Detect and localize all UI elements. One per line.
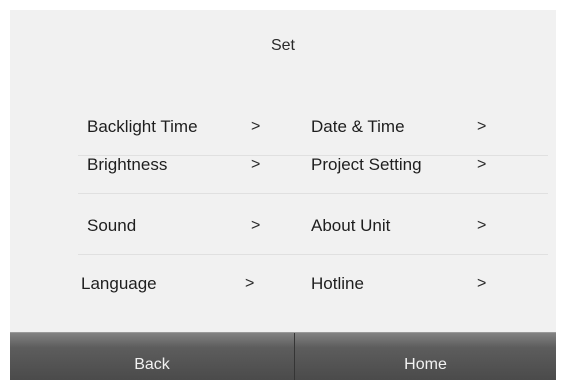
menu-item-about-unit[interactable]: About Unit > [311, 197, 548, 255]
chevron-right-icon: > [477, 275, 487, 292]
menu-item-sound[interactable]: Sound > [78, 197, 288, 255]
menu-item-project-setting[interactable]: Project Setting > [311, 136, 548, 194]
chevron-right-icon: > [245, 275, 255, 292]
settings-screen: Set Backlight Time > Date & Time > Brigh… [10, 10, 556, 380]
menu-item-label: Hotline [311, 274, 364, 293]
page-title: Set [270, 37, 295, 54]
menu-item-label: Backlight Time [87, 117, 198, 136]
chevron-right-icon: > [477, 156, 487, 173]
bottom-navigation-bar: Back Home [10, 332, 556, 380]
home-button[interactable]: Home [295, 333, 556, 380]
chevron-right-icon: > [251, 156, 261, 173]
back-button-label: Back [134, 356, 170, 373]
menu-item-hotline[interactable]: Hotline > [311, 255, 548, 313]
menu-row-2: Brightness > Project Setting > [78, 136, 548, 194]
menu-item-label: Brightness [87, 155, 168, 174]
menu-item-label: About Unit [311, 216, 391, 235]
chevron-right-icon: > [251, 217, 261, 234]
menu-row-4: Language > Hotline > [78, 255, 548, 313]
menu-item-language[interactable]: Language > [72, 255, 282, 313]
chevron-right-icon: > [251, 118, 261, 135]
menu-item-brightness[interactable]: Brightness > [78, 136, 288, 194]
menu-item-label: Language [81, 274, 157, 293]
menu-row-3: Sound > About Unit > [78, 197, 548, 255]
chevron-right-icon: > [477, 217, 487, 234]
back-button[interactable]: Back [10, 333, 294, 380]
menu-item-label: Project Setting [311, 155, 422, 174]
chevron-right-icon: > [477, 118, 487, 135]
menu-item-label: Date & Time [311, 117, 405, 136]
menu-item-label: Sound [87, 216, 137, 235]
home-button-label: Home [404, 356, 447, 373]
